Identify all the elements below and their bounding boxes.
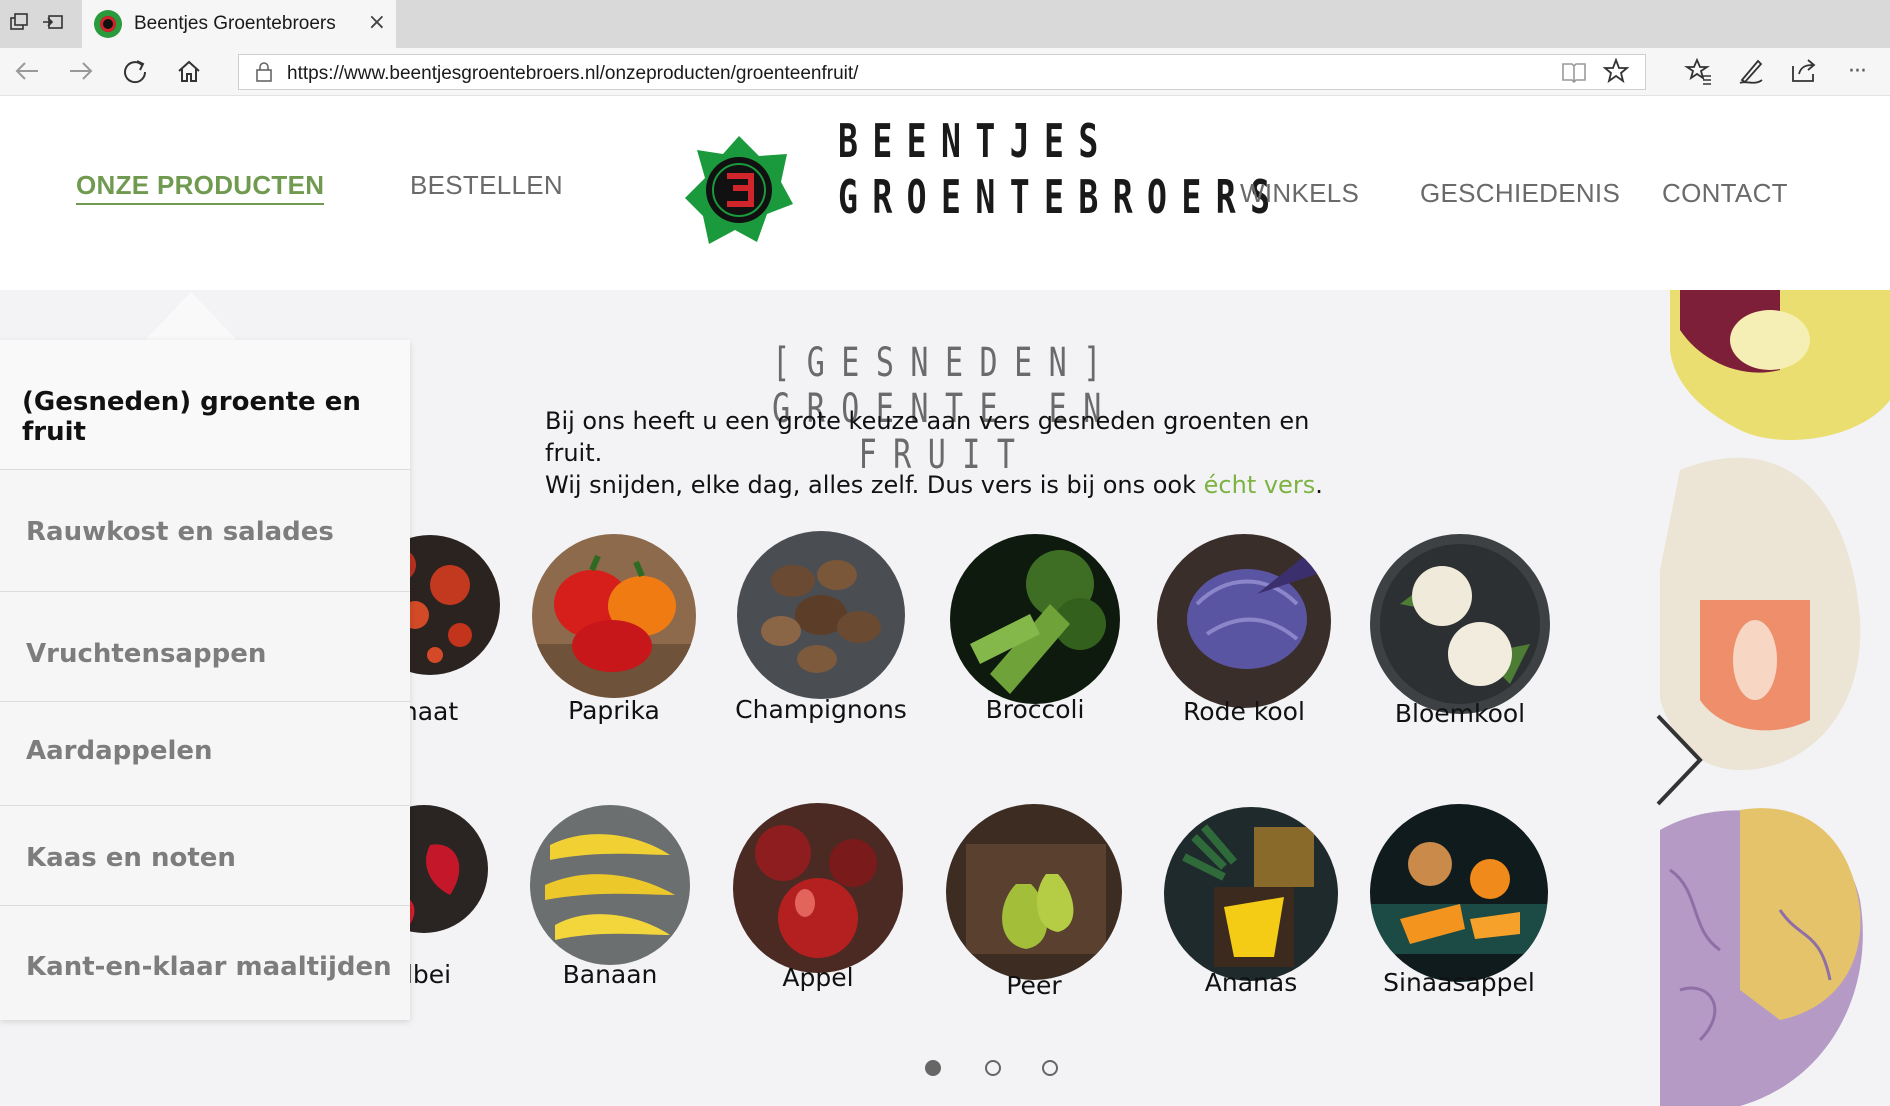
intro-line-2-text: Wij snijden, elke dag, alles zelf. Dus v… (545, 471, 1204, 499)
product-banaan[interactable]: Banaan (530, 805, 690, 1005)
tab-preview-icon[interactable] (10, 13, 32, 33)
set-tabs-aside-icon[interactable] (42, 13, 64, 33)
nav-contact[interactable]: CONTACT (1662, 178, 1788, 209)
echt-vers-highlight: écht vers (1203, 471, 1316, 499)
browser-tab[interactable]: Beentjes Groentebroers × (82, 0, 396, 48)
broccoli-image (950, 534, 1120, 704)
logo-text-line1: BEENTJES (838, 114, 1113, 168)
favorite-star-icon[interactable] (1602, 57, 1630, 90)
dropdown-item-groente-en-fruit[interactable]: (Gesneden) groente en fruit (0, 340, 410, 470)
dropdown-item-label: Rauwkost en salades (26, 517, 334, 547)
browser-toolbar: https://www.beentjesgroentebroers.nl/onz… (0, 48, 1890, 96)
products-dropdown-menu: (Gesneden) groente en fruit Rauwkost en … (0, 340, 410, 1020)
decorative-vegetables-image (1660, 290, 1890, 1106)
dropdown-item-label: (Gesneden) groente en fruit (22, 387, 361, 447)
intro-line-2: Wij snijden, elke dag, alles zelf. Dus v… (545, 469, 1365, 501)
dropdown-item-aardappelen[interactable]: Aardappelen (0, 702, 410, 806)
dropdown-item-rauwkost[interactable]: Rauwkost en salades (0, 470, 410, 592)
close-tab-icon[interactable]: × (368, 10, 386, 35)
product-ananas[interactable]: Ananas (1164, 807, 1338, 1007)
rode-kool-image (1157, 534, 1331, 708)
ananas-image (1164, 807, 1338, 981)
browser-tab-bar: Beentjes Groentebroers × (0, 0, 1890, 48)
champignons-image (737, 531, 905, 699)
product-sinaasappel[interactable]: Sinaasappel (1370, 804, 1548, 1004)
dropdown-item-kant-en-klaar[interactable]: Kant-en-klaar maaltijden (0, 906, 410, 1020)
dropdown-item-label: Vruchtensappen (26, 639, 267, 669)
intro-text: Bij ons heeft u een grote keuze aan vers… (545, 405, 1365, 501)
bloemkool-image (1370, 534, 1550, 714)
site-header: ONZE PRODUCTEN BESTELLEN BEENTJES GROENT… (0, 96, 1890, 290)
dropdown-item-label: Aardappelen (26, 736, 213, 766)
carousel-dot-3[interactable] (1042, 1060, 1058, 1076)
dropdown-item-vruchtensappen[interactable]: Vruchtensappen (0, 592, 410, 702)
product-champignons[interactable]: Champignons (735, 531, 907, 731)
logo-text-line2: GROENTEBROERS (838, 170, 1285, 224)
product-label: Bloemkool (1394, 699, 1526, 728)
product-peer[interactable]: Peer (946, 804, 1122, 1004)
nav-onze-producten[interactable]: ONZE PRODUCTEN (76, 170, 325, 205)
product-rode-kool[interactable]: Rode kool (1157, 534, 1331, 734)
forward-icon[interactable] (64, 56, 98, 88)
peer-image (946, 804, 1122, 980)
back-icon[interactable] (10, 56, 44, 88)
dropdown-item-label: Kaas en noten (26, 843, 236, 873)
site-favicon-icon (94, 10, 122, 38)
brand-logo[interactable] (683, 132, 795, 250)
nav-winkels[interactable]: WINKELS (1240, 178, 1359, 209)
intro-line-2-end: . (1315, 471, 1323, 499)
product-label: Sinaasappel (1383, 968, 1535, 997)
nav-bestellen[interactable]: BESTELLEN (410, 170, 563, 201)
product-label: Champignons (735, 695, 907, 724)
tab-title: Beentjes Groentebroers (134, 13, 336, 34)
carousel-dot-2[interactable] (985, 1060, 1001, 1076)
url-text[interactable]: https://www.beentjesgroentebroers.nl/onz… (287, 63, 858, 85)
dropdown-item-kaas-en-noten[interactable]: Kaas en noten (0, 806, 410, 906)
banaan-image (530, 805, 690, 965)
reading-view-icon[interactable] (1561, 59, 1587, 91)
nav-geschiedenis[interactable]: GESCHIEDENIS (1420, 178, 1620, 209)
sinaasappel-image (1370, 804, 1548, 982)
refresh-icon[interactable] (118, 56, 152, 88)
favorites-hub-icon[interactable] (1681, 56, 1715, 88)
carousel-dot-1[interactable] (925, 1060, 941, 1076)
home-icon[interactable] (172, 56, 206, 88)
appel-image (733, 803, 903, 973)
pen-icon[interactable] (1734, 56, 1768, 88)
product-broccoli[interactable]: Broccoli (950, 534, 1120, 734)
address-bar[interactable]: https://www.beentjesgroentebroers.nl/onz… (238, 54, 1646, 90)
product-appel[interactable]: Appel (733, 803, 903, 1003)
dropdown-item-label: Kant-en-klaar maaltijden (26, 952, 392, 982)
product-bloemkool[interactable]: Bloemkool (1370, 534, 1550, 734)
more-icon[interactable]: ··· (1840, 56, 1874, 88)
product-paprika[interactable]: Paprika (532, 534, 696, 734)
intro-line-1: Bij ons heeft u een grote keuze aan vers… (545, 407, 1310, 467)
dropdown-caret (145, 292, 237, 340)
lock-icon (255, 61, 273, 88)
paprika-image (532, 534, 696, 698)
carousel-next-icon[interactable] (1650, 710, 1710, 810)
share-icon[interactable] (1787, 56, 1821, 88)
